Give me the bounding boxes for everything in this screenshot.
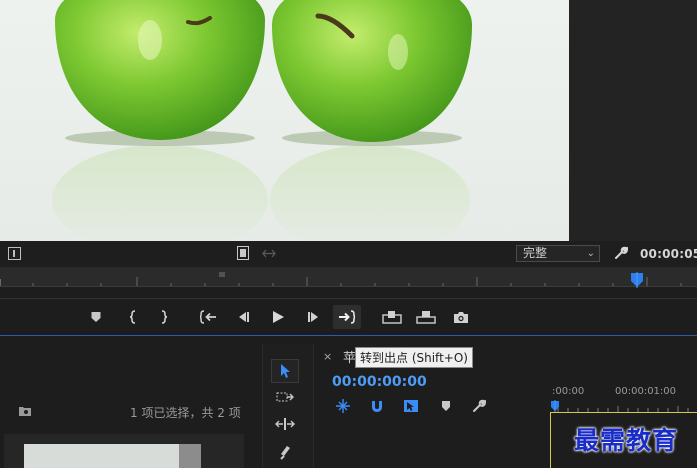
step-forward-icon (308, 312, 318, 322)
playhead-marker[interactable] (630, 272, 644, 288)
find-icon[interactable] (18, 405, 32, 417)
ripple-edit-tool[interactable] (271, 412, 299, 436)
overwrite-icon (416, 311, 436, 324)
magnet-icon (372, 401, 382, 412)
tooltip: 转到出点 (Shift+O) (355, 347, 473, 368)
camera-icon (454, 311, 468, 323)
nest-toggle-button[interactable] (332, 397, 354, 415)
green-apples-image (0, 0, 569, 241)
audio-scrub-icon[interactable] (262, 249, 276, 258)
monitor-time-ruler[interactable] (0, 267, 697, 287)
go-to-in-button[interactable] (195, 305, 223, 329)
clip-thumbnail-image[interactable] (24, 444, 179, 468)
filmstrip-icon[interactable] (237, 246, 249, 260)
mark-in-button[interactable] (119, 305, 147, 329)
add-marker-timeline-button[interactable] (435, 397, 457, 415)
timeline-settings-button[interactable] (468, 397, 490, 415)
ruler-time-0: :00:00 (552, 386, 585, 397)
step-forward-button[interactable] (300, 305, 328, 329)
linked-selection-button[interactable] (400, 397, 422, 415)
safe-margins-icon[interactable] (8, 247, 21, 260)
monitor-side-pane (569, 0, 697, 241)
marker-icon (442, 401, 450, 411)
close-icon[interactable]: × (323, 350, 332, 363)
step-back-button[interactable] (229, 305, 257, 329)
step-back-icon (239, 312, 249, 322)
export-frame-button[interactable] (447, 305, 475, 329)
ruler-divider (0, 286, 697, 287)
play-button[interactable] (264, 305, 292, 329)
mark-in-icon (129, 310, 136, 324)
go-to-in-icon (200, 310, 216, 324)
razor-tool[interactable] (271, 440, 299, 464)
go-to-out-button[interactable] (333, 305, 361, 329)
sequence-timecode[interactable]: 00:00:00:00 (332, 374, 427, 390)
fit-dropdown[interactable]: 完整 ⌄ (516, 245, 600, 262)
linked-selection-icon (404, 400, 418, 412)
mark-out-button[interactable] (150, 305, 178, 329)
add-marker-button[interactable] (82, 305, 110, 329)
timeline-ruler[interactable] (548, 398, 697, 412)
fit-value: 完整 (523, 246, 548, 260)
program-monitor-video (0, 0, 569, 241)
mark-out-icon (161, 310, 168, 324)
ruler-time-1: 00:00:01:00 (615, 386, 677, 397)
arrow-cursor-icon (281, 364, 290, 378)
go-to-out-icon (339, 310, 356, 324)
snap-button[interactable] (366, 397, 388, 415)
insert-button[interactable] (378, 305, 406, 329)
overwrite-button[interactable] (412, 305, 440, 329)
nest-icon (336, 399, 350, 413)
selection-tool[interactable] (271, 359, 299, 383)
marker-icon (91, 312, 101, 322)
track-select-icon (276, 392, 294, 402)
chevron-down-icon: ⌄ (586, 248, 595, 259)
razor-icon (280, 446, 290, 460)
insert-icon (382, 311, 402, 324)
selection-status: 1 项已选择，共 2 项 (130, 406, 241, 420)
track-select-tool[interactable] (271, 385, 299, 409)
ripple-edit-icon (275, 418, 295, 430)
playback-timecode[interactable]: 00:00:05 (640, 247, 697, 261)
wrench-icon[interactable] (614, 246, 628, 260)
clip-thumbnail-edge (179, 444, 201, 468)
play-icon (273, 311, 284, 323)
wrench-icon (473, 399, 486, 412)
watermark-logo: 最需教育 (574, 426, 679, 455)
